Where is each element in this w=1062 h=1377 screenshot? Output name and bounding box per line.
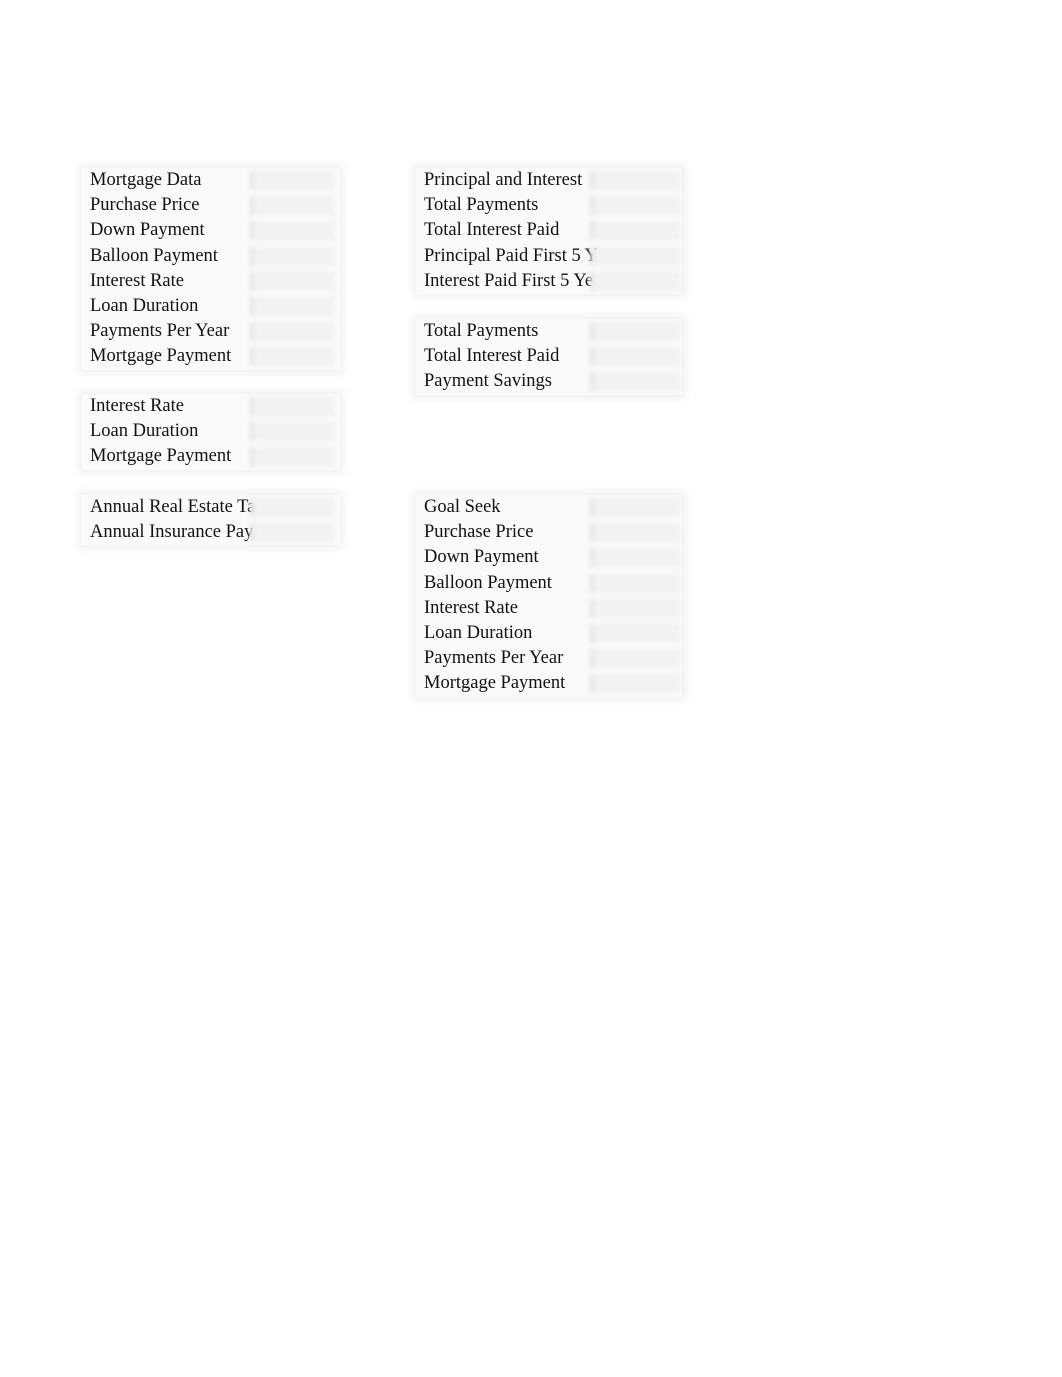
table-row: Balloon Payment <box>416 571 682 596</box>
value-cell[interactable] <box>590 372 680 392</box>
value-cell[interactable] <box>590 548 680 568</box>
row-label: Principal and Interest <box>424 170 583 190</box>
value-cell[interactable] <box>590 674 680 694</box>
value-cell[interactable] <box>250 347 334 367</box>
taxes-insurance-block: Annual Real Estate Taxes Annual Insurance… <box>82 495 340 546</box>
table-row: Total Payments <box>416 319 682 344</box>
value-cell[interactable] <box>250 498 334 517</box>
row-label: Total Payments <box>424 195 539 216</box>
value-cell[interactable] <box>250 523 334 543</box>
table-row: Principal and Interest <box>416 168 682 193</box>
principal-interest-block: Principal and Interest Total Payments Tota… <box>416 168 682 294</box>
table-row: Mortgage Payment <box>416 671 682 696</box>
table-row: Purchase Price <box>416 520 682 545</box>
row-label: Loan Duration <box>90 421 199 442</box>
value-cell[interactable] <box>250 322 334 342</box>
row-label: Balloon Payment <box>424 572 552 593</box>
value-cell[interactable] <box>250 196 334 216</box>
value-cell[interactable] <box>250 422 334 442</box>
row-label: Mortgage Payment <box>90 346 232 367</box>
table-row: Interest Rate <box>416 596 682 621</box>
table-row: Interest Rate <box>82 394 340 419</box>
value-cell[interactable] <box>590 523 680 543</box>
row-label: Total Payments <box>424 321 539 341</box>
table-row: Payments Per Year <box>82 319 340 344</box>
row-label: Interest Rate <box>90 396 184 416</box>
table-row: Mortgage Payment <box>82 444 340 469</box>
row-label: Payments Per Year <box>90 321 230 342</box>
table-row: Loan Duration <box>82 294 340 319</box>
row-label: Mortgage Payment <box>90 446 232 467</box>
table-row: Annual Insurance Payment <box>82 520 340 545</box>
value-cell[interactable] <box>590 196 680 216</box>
value-cell[interactable] <box>250 171 334 190</box>
value-cell[interactable] <box>590 221 680 241</box>
table-row: Total Payments <box>416 193 682 218</box>
row-label: Interest Rate <box>424 597 518 618</box>
row-label: Total Interest Paid <box>424 346 560 367</box>
value-cell[interactable] <box>250 271 334 291</box>
table-row: Interest Rate <box>82 269 340 294</box>
table-row: Interest Paid First 5 Years <box>416 269 682 294</box>
value-cell[interactable] <box>590 322 680 341</box>
row-label: Total Interest Paid <box>424 220 560 241</box>
value-cell[interactable] <box>250 296 334 316</box>
table-row: Annual Real Estate Taxes <box>82 495 340 520</box>
savings-block: Total Payments Total Interest Paid Payment… <box>416 319 682 395</box>
value-cell[interactable] <box>590 347 680 367</box>
goal-seek-block: Goal Seek Purchase Price Down Payment Ballo… <box>416 495 682 697</box>
row-label: Balloon Payment <box>90 245 218 266</box>
row-label: Purchase Price <box>90 195 200 216</box>
value-cell[interactable] <box>590 246 680 266</box>
table-row: Mortgage Payment <box>82 344 340 369</box>
table-row: Goal Seek <box>416 495 682 520</box>
value-cell[interactable] <box>250 246 334 266</box>
mortgage-data-block: Mortgage Data Purchase Price Down Payment B… <box>82 168 340 370</box>
table-row: Total Interest Paid <box>416 344 682 369</box>
row-label: Mortgage Data <box>90 170 202 190</box>
row-label: Down Payment <box>90 220 205 241</box>
row-label: Mortgage Payment <box>424 673 566 694</box>
value-cell[interactable] <box>590 598 680 618</box>
rate-scenario-block: Interest Rate Loan Duration Mortgage Payme… <box>82 394 340 470</box>
value-cell[interactable] <box>590 573 680 593</box>
table-row: Payments Per Year <box>416 646 682 671</box>
row-label: Interest Rate <box>90 270 184 291</box>
row-label: Purchase Price <box>424 522 534 543</box>
row-label: Payments Per Year <box>424 648 564 669</box>
row-label: Down Payment <box>424 547 539 568</box>
row-label: Loan Duration <box>424 622 533 643</box>
table-row: Balloon Payment <box>82 244 340 269</box>
value-cell[interactable] <box>590 649 680 669</box>
value-cell[interactable] <box>590 623 680 643</box>
value-cell[interactable] <box>590 498 680 517</box>
table-row: Loan Duration <box>416 621 682 646</box>
value-cell[interactable] <box>590 171 680 190</box>
row-label: Interest Paid First 5 Years <box>424 270 615 291</box>
row-label: Loan Duration <box>90 295 199 316</box>
row-label: Goal Seek <box>424 497 501 517</box>
row-label: Payment Savings <box>424 371 552 392</box>
table-row: Principal Paid First 5 Years <box>416 244 682 269</box>
value-cell[interactable] <box>590 271 680 291</box>
value-cell[interactable] <box>250 447 334 467</box>
value-cell[interactable] <box>250 221 334 241</box>
table-row: Loan Duration <box>82 419 340 444</box>
value-cell[interactable] <box>250 397 334 416</box>
table-row: Total Interest Paid <box>416 218 682 243</box>
table-row: Down Payment <box>416 545 682 570</box>
table-row: Purchase Price <box>82 193 340 218</box>
table-row: Mortgage Data <box>82 168 340 193</box>
table-row: Payment Savings <box>416 369 682 394</box>
spreadsheet-page: Mortgage Data Purchase Price Down Payment B… <box>0 0 1062 1377</box>
table-row: Down Payment <box>82 218 340 243</box>
